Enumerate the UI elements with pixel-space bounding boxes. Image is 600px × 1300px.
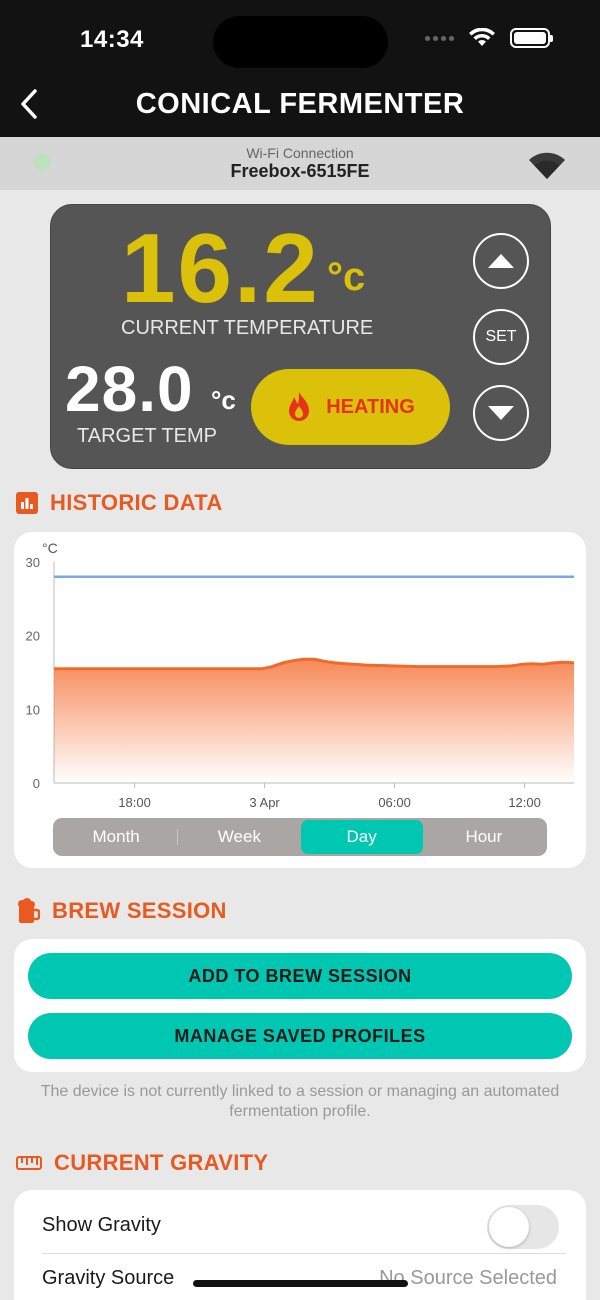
current-temperature-value: 16.2 bbox=[121, 213, 320, 323]
series-area-fill bbox=[54, 659, 574, 783]
decrease-temperature-button[interactable] bbox=[473, 385, 529, 441]
dynamic-island bbox=[213, 16, 388, 68]
heating-status-badge: HEATING bbox=[251, 369, 450, 445]
y-tick-label: 20 bbox=[26, 629, 40, 644]
x-tick-label: 12:00 bbox=[508, 795, 541, 810]
toggle-knob bbox=[489, 1207, 529, 1247]
y-tick-label: 30 bbox=[26, 555, 40, 570]
bar-chart-icon bbox=[16, 492, 38, 514]
show-gravity-label: Show Gravity bbox=[42, 1214, 161, 1236]
battery-icon bbox=[510, 28, 553, 48]
app-header: 14:34 CONICAL FERMENTER bbox=[0, 0, 600, 137]
x-tick-label: 18:00 bbox=[118, 795, 151, 810]
current-gravity-header: CURRENT GRAVITY bbox=[16, 1150, 268, 1176]
flame-icon bbox=[289, 392, 310, 421]
brew-session-title: BREW SESSION bbox=[52, 898, 227, 923]
brew-session-note: The device is not currently linked to a … bbox=[40, 1083, 560, 1120]
set-button-label: SET bbox=[485, 328, 517, 345]
manage-saved-profiles-button[interactable]: MANAGE SAVED PROFILES bbox=[28, 1013, 572, 1059]
page-title: CONICAL FERMENTER bbox=[135, 88, 465, 120]
historic-data-header: HISTORIC DATA bbox=[16, 490, 223, 516]
y-axis-unit-label: °C bbox=[42, 540, 58, 556]
time-range-selector: Month Week Day Hour bbox=[53, 818, 547, 856]
target-temperature-label: TARGET TEMP bbox=[77, 425, 218, 447]
triangle-up-icon bbox=[488, 254, 514, 268]
current-temperature-label: CURRENT TEMPERATURE bbox=[121, 317, 374, 339]
current-temperature-unit: °c bbox=[327, 255, 366, 299]
heating-status-text: HEATING bbox=[326, 395, 415, 418]
row-divider bbox=[42, 1253, 566, 1254]
show-gravity-toggle[interactable] bbox=[487, 1205, 559, 1249]
tab-month[interactable]: Month bbox=[55, 820, 177, 854]
status-time: 14:34 bbox=[80, 26, 144, 53]
gravity-source-label: Gravity Source bbox=[42, 1267, 175, 1289]
wifi-connection-bar: Wi-Fi Connection Freebox-6515FE bbox=[0, 137, 600, 190]
y-tick-label: 0 bbox=[33, 776, 40, 791]
tab-day[interactable]: Day bbox=[300, 820, 423, 854]
add-to-brew-session-button[interactable]: ADD TO BREW SESSION bbox=[28, 953, 572, 999]
x-axis: 18:00 3 Apr 06:00 12:00 bbox=[54, 782, 574, 810]
y-tick-label: 10 bbox=[26, 702, 40, 717]
tab-week[interactable]: Week bbox=[178, 820, 300, 854]
brew-session-header: BREW SESSION bbox=[16, 898, 227, 924]
set-temperature-button[interactable]: SET bbox=[473, 309, 529, 365]
triangle-down-icon bbox=[488, 406, 514, 420]
x-tick-label: 06:00 bbox=[378, 795, 411, 810]
increase-temperature-button[interactable] bbox=[473, 233, 529, 289]
wifi-label: Wi-Fi Connection bbox=[246, 145, 354, 161]
wifi-signal-icon bbox=[529, 152, 565, 179]
beer-mug-icon bbox=[18, 898, 40, 923]
temperature-panel: 16.2 °c CURRENT TEMPERATURE 28.0 °c TARG… bbox=[50, 204, 551, 469]
x-tick-label: 3 Apr bbox=[249, 795, 280, 810]
chart-series bbox=[54, 575, 575, 783]
target-temperature-value: 28.0 bbox=[65, 353, 194, 425]
current-gravity-title: CURRENT GRAVITY bbox=[54, 1150, 269, 1175]
wifi-status-icon bbox=[469, 28, 495, 46]
y-axis: 0 10 20 30 bbox=[26, 555, 55, 791]
status-icons bbox=[425, 28, 553, 48]
cellular-signal-icon bbox=[425, 35, 454, 41]
tab-hour[interactable]: Hour bbox=[423, 820, 545, 854]
ruler-icon bbox=[16, 1156, 42, 1170]
wifi-network-name: Freebox-6515FE bbox=[230, 161, 370, 181]
target-temperature-unit: °c bbox=[211, 385, 236, 415]
home-indicator bbox=[193, 1280, 408, 1287]
historic-data-title: HISTORIC DATA bbox=[50, 490, 223, 515]
